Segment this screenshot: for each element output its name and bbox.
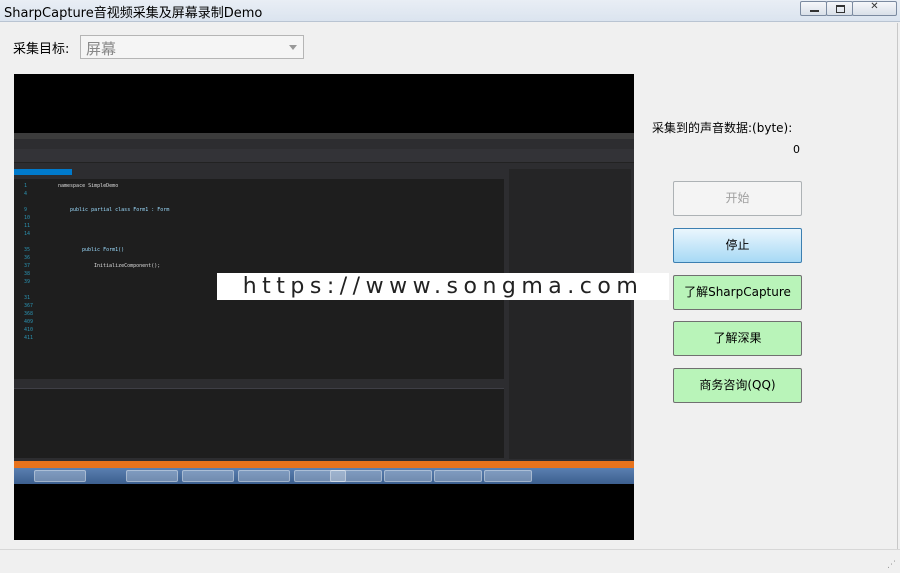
watermark: https://www.songma.com [217,273,669,300]
audio-data-label: 采集到的声音数据:(byte): [652,121,793,135]
stop-button[interactable]: 停止 [673,228,802,263]
preview-taskbar-item [484,470,532,482]
maximize-icon [836,5,845,13]
minimize-icon [810,10,819,12]
preview-taskbar-item [384,470,432,482]
preview-tabs [14,169,504,175]
preview-orange-bar [14,461,634,468]
about-sharpcapture-button[interactable]: 了解SharpCapture [673,275,802,310]
preview-screen-image: 1 4 9 10 11 14 35 36 37 38 39 31 367 368… [14,133,634,481]
preview-taskbar-item [34,470,86,482]
preview-code-init: InitializeComponent(); [94,263,161,269]
watermark-text: https://www.songma.com [242,274,644,299]
about-shenguo-button[interactable]: 了解深果 [673,321,802,356]
preview-code-namespace: namespace SimpleDemo [58,183,119,189]
capture-target-select[interactable]: 屏幕 [80,35,304,59]
preview-taskbar-item [238,470,290,482]
preview-line-numbers: 1 4 9 10 11 14 35 36 37 38 39 31 367 368… [24,183,34,341]
capture-target-label: 采集目标: [13,42,70,57]
audio-data-value: 0 [793,143,800,156]
preview-taskbar-item [434,470,482,482]
preview-active-tab [14,169,72,175]
preview-taskbar-item [182,470,234,482]
resize-grip-icon[interactable]: ⋰ [887,560,896,570]
start-button[interactable]: 开始 [673,181,802,216]
preview-taskbar-item [330,470,382,482]
preview-toolbar [14,149,634,163]
chevron-down-icon [289,45,297,50]
preview-taskbar-item [126,470,178,482]
close-button[interactable]: ✕ [852,1,897,16]
preview-output-panel [14,388,504,458]
capture-preview: 1 4 9 10 11 14 35 36 37 38 39 31 367 368… [14,74,634,540]
preview-solution-panel [509,169,631,459]
business-qq-button[interactable]: 商务咨询(QQ) [673,368,802,403]
minimize-button[interactable] [800,1,827,16]
title-bar: SharpCapture音视频采集及屏幕录制Demo ✕ [0,0,900,22]
status-bar: ⋰ [0,549,900,573]
window-title: SharpCapture音视频采集及屏幕录制Demo [4,6,263,21]
close-icon: ✕ [870,1,879,12]
preview-code-ctor: public Form1() [82,247,125,253]
preview-menubar [14,139,634,149]
capture-target-value: 屏幕 [86,40,117,58]
maximize-button[interactable] [826,1,853,16]
preview-code-class: public partial class Form1 : Form [70,207,170,213]
